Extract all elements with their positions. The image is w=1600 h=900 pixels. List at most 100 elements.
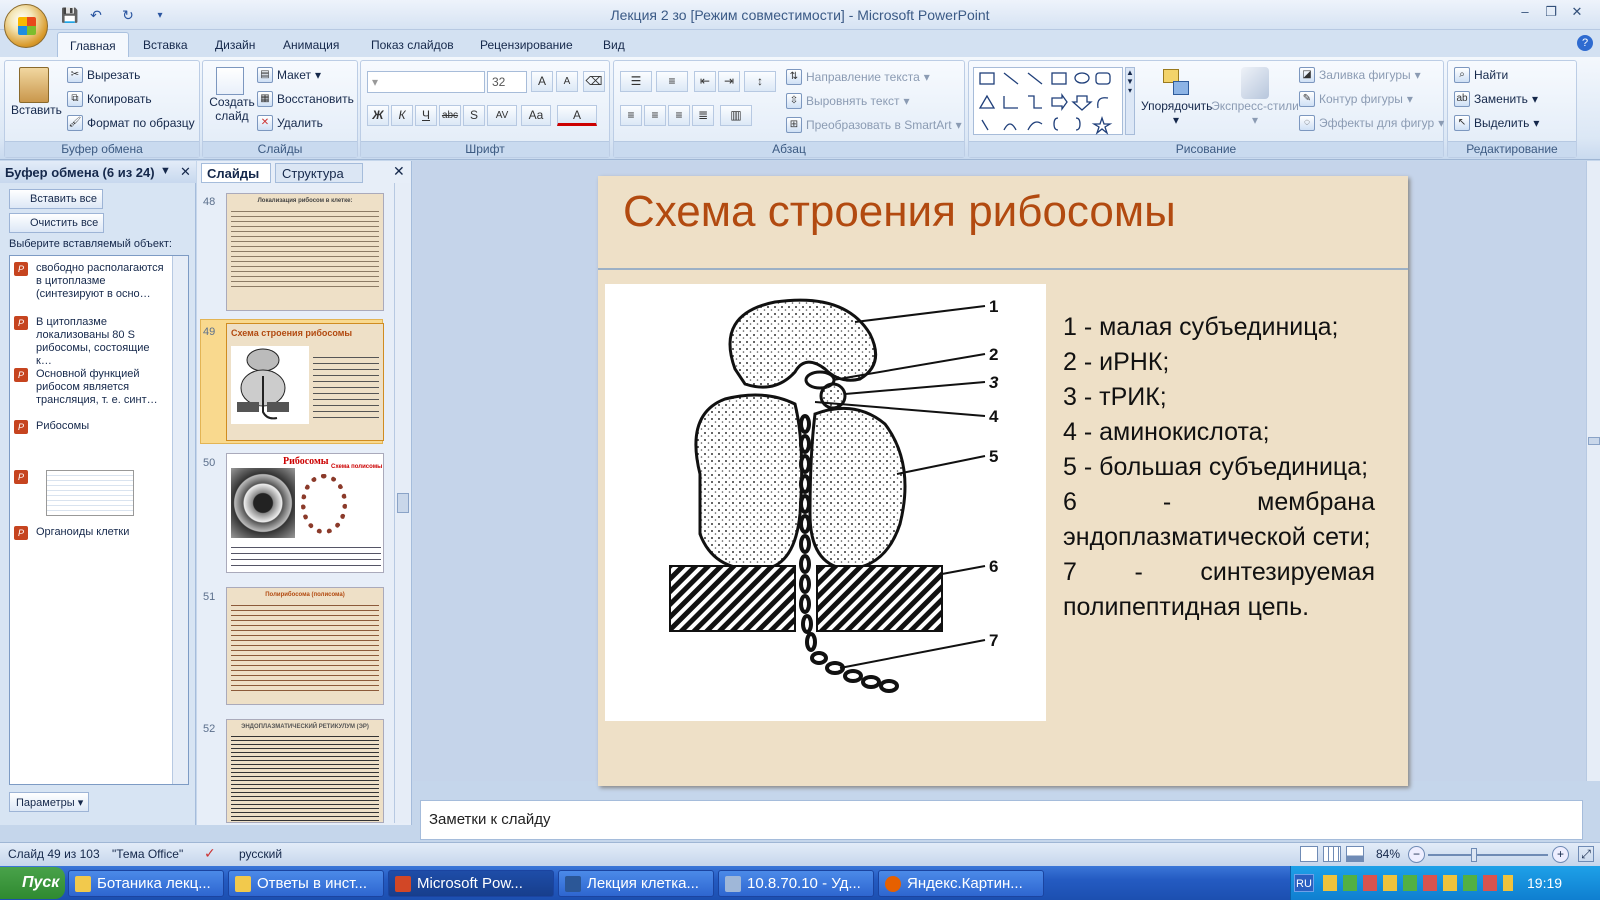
shapes-scroll[interactable]: ▲ ▼ ▾	[1125, 67, 1135, 135]
arrange-button[interactable]: Упорядочить ▾	[1141, 67, 1212, 127]
align-right-icon[interactable]: ≡	[668, 105, 690, 126]
tab-slideshow[interactable]: Показ слайдов	[363, 36, 462, 54]
office-button[interactable]	[4, 4, 48, 48]
tab-slides[interactable]: Слайды	[201, 163, 271, 183]
ribosome-diagram[interactable]: 1 2 3 4 5 6 7	[605, 284, 1046, 721]
clipboard-item[interactable]: P Основной функцией рибосом является тран…	[14, 368, 164, 407]
font-color-icon[interactable]: A	[557, 105, 597, 126]
quick-styles-button[interactable]: Экспресс-стили ▾	[1207, 67, 1303, 127]
underline-icon[interactable]: Ч	[415, 105, 437, 126]
slide-thumb[interactable]: Локализация рибосом в клетке:	[226, 193, 384, 311]
replace-button[interactable]: ab Заменить ▾	[1454, 91, 1538, 107]
paste-button[interactable]: Вставить	[11, 67, 62, 117]
language[interactable]: русский	[239, 847, 282, 861]
pane-menu-icon[interactable]: ▼	[160, 165, 171, 177]
shape-fill-button[interactable]: ◪ Заливка фигуры ▾	[1299, 67, 1421, 83]
fit-window-icon[interactable]: ⤢	[1578, 846, 1594, 862]
slides-pane-close-icon[interactable]: ✕	[393, 163, 405, 180]
notes-field[interactable]: Заметки к слайду	[420, 800, 1583, 840]
tab-home[interactable]: Главная	[57, 32, 129, 59]
cut-button[interactable]: ✂ Вырезать	[67, 67, 140, 83]
bold-icon[interactable]: Ж	[367, 105, 389, 126]
justify-icon[interactable]: ≣	[692, 105, 714, 126]
slide-title[interactable]: Схема строения рибосомы	[623, 187, 1176, 237]
layout-button[interactable]: ▤ Макет ▾	[257, 67, 321, 83]
spellcheck-icon[interactable]: ✓	[204, 845, 216, 862]
slides-scrollbar[interactable]	[394, 183, 410, 823]
strikethrough-icon[interactable]: abc	[439, 105, 461, 126]
tab-insert[interactable]: Вставка	[135, 36, 196, 54]
pane-close-icon[interactable]: ✕	[180, 164, 191, 180]
language-indicator[interactable]: RU	[1294, 874, 1314, 892]
smartart-button[interactable]: ⊞ Преобразовать в SmartArt ▾	[786, 117, 962, 133]
paste-all-button[interactable]: Вставить все	[9, 189, 104, 209]
clear-format-icon[interactable]: ⌫	[583, 71, 605, 92]
copy-button[interactable]: ⧉ Копировать	[67, 91, 152, 107]
zoom-slider-thumb[interactable]	[1471, 848, 1477, 862]
slideshow-view-icon[interactable]	[1346, 846, 1364, 862]
numbering-icon[interactable]: ≡	[656, 71, 688, 92]
zoom-out-icon[interactable]: −	[1408, 846, 1425, 863]
bullets-icon[interactable]: ☰	[620, 71, 652, 92]
clipboard-item[interactable]: Pсвободно располагаются в цитоплазме (си…	[14, 262, 164, 301]
clipboard-list[interactable]: Pсвободно располагаются в цитоплазме (си…	[9, 255, 189, 785]
slide-thumb-selected[interactable]: Схема строения рибосомы	[226, 323, 384, 441]
align-text-button[interactable]: ⇳ Выровнять текст ▾	[786, 93, 910, 109]
tab-view[interactable]: Вид	[595, 36, 633, 54]
grow-font-icon[interactable]: A	[531, 71, 553, 92]
format-painter-button[interactable]: 🖌 Формат по образцу	[67, 115, 195, 131]
tray-icons[interactable]	[1323, 875, 1513, 891]
clear-all-button[interactable]: Очистить все	[9, 213, 105, 233]
tab-review[interactable]: Рецензирование	[472, 36, 581, 54]
delete-slide-button[interactable]: ✕ Удалить	[257, 115, 323, 131]
tab-outline[interactable]: Структура	[275, 163, 363, 183]
find-button[interactable]: ⌕ Найти	[1454, 67, 1508, 83]
shrink-font-icon[interactable]: A	[556, 71, 578, 92]
slide-thumb[interactable]: Рибосомы Схема полисомы	[226, 453, 384, 573]
font-size-combo[interactable]: 32	[487, 71, 527, 93]
zoom-in-icon[interactable]: +	[1552, 846, 1569, 863]
clipboard-item[interactable]: P Рибосомы	[14, 420, 164, 434]
taskbar-item[interactable]: Ответы в инст...	[228, 870, 384, 897]
shadow-icon[interactable]: S	[463, 105, 485, 126]
line-spacing-icon[interactable]: ↕	[744, 71, 776, 92]
clipboard-item[interactable]: P В цитоплазме локализованы 80 S рибосомы…	[14, 316, 164, 368]
align-center-icon[interactable]: ≡	[644, 105, 666, 126]
editor-scrollbar[interactable]	[1586, 161, 1600, 781]
select-button[interactable]: ↖ Выделить ▾	[1454, 115, 1539, 131]
change-case-icon[interactable]: Aa	[521, 105, 551, 126]
close-icon[interactable]: ✕	[1564, 2, 1590, 22]
spacing-icon[interactable]: AV	[487, 105, 517, 126]
increase-indent-icon[interactable]: ⇥	[718, 71, 740, 92]
shapes-gallery[interactable]	[973, 67, 1123, 135]
font-name-combo[interactable]: ▾	[367, 71, 485, 93]
clipboard-options-button[interactable]: Параметры ▾	[9, 792, 90, 812]
tab-animation[interactable]: Анимация	[275, 36, 347, 54]
taskbar-item[interactable]: Ботаника лекц...	[68, 870, 224, 897]
new-slide-button[interactable]: Создать слайд	[207, 67, 255, 123]
slide-thumb[interactable]: Полирибосома (полисома)	[226, 587, 384, 705]
taskbar-item[interactable]: Яндекс.Картин...	[878, 870, 1044, 897]
start-button[interactable]: Пуск	[0, 867, 65, 899]
taskbar-item[interactable]: 10.8.70.10 - Уд...	[718, 870, 874, 897]
clipboard-item-image[interactable]: P	[14, 470, 164, 516]
text-direction-button[interactable]: ⇅ Направление текста ▾	[786, 69, 930, 85]
shape-effects-button[interactable]: ◌ Эффекты для фигур ▾	[1299, 115, 1444, 131]
clipboard-item[interactable]: P Органоиды клетки	[14, 526, 164, 540]
shape-outline-button[interactable]: ✎ Контур фигуры ▾	[1299, 91, 1413, 107]
help-icon[interactable]: ?	[1577, 35, 1593, 51]
reset-button[interactable]: ▦ Восстановить	[257, 91, 354, 107]
zoom-level[interactable]: 84%	[1376, 847, 1400, 861]
tab-design[interactable]: Дизайн	[207, 36, 263, 54]
minimize-icon[interactable]: –	[1512, 2, 1538, 22]
slide-sorter-icon[interactable]	[1323, 846, 1341, 862]
taskbar-item[interactable]: Лекция клетка...	[558, 870, 714, 897]
slide-thumb[interactable]: ЭНДОПЛАЗМАТИЧЕСКИЙ РЕТИКУЛУМ (ЭР)	[226, 719, 384, 823]
columns-icon[interactable]: ▥	[720, 105, 752, 126]
slides-scroll-thumb[interactable]	[397, 493, 409, 513]
italic-icon[interactable]: К	[391, 105, 413, 126]
restore-icon[interactable]: ❐	[1538, 2, 1564, 22]
slide-legend[interactable]: 1 - малая субъединица; 2 - иРНК; 3 - тРИ…	[1063, 310, 1375, 625]
editor-scroll-thumb[interactable]	[1588, 437, 1600, 445]
normal-view-icon[interactable]	[1300, 846, 1318, 862]
